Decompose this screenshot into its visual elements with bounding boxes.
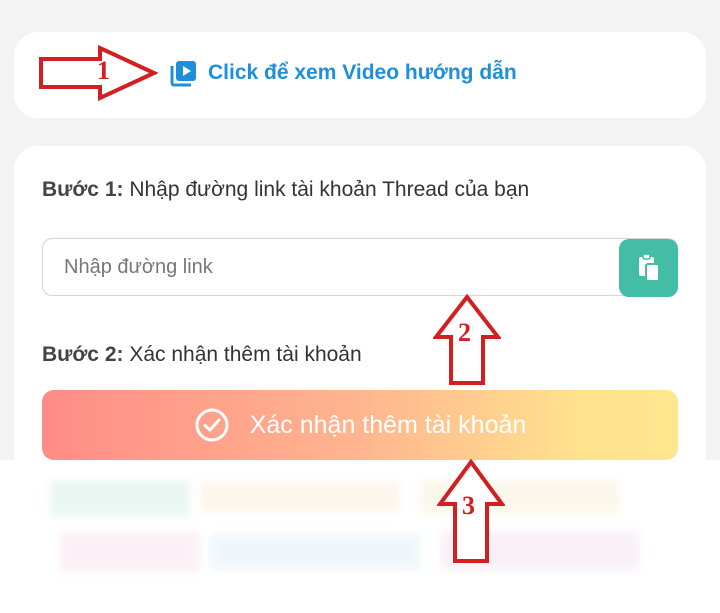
annotation-number-3: 3 [462, 491, 475, 520]
clipboard-icon [638, 253, 660, 282]
blurred-block [50, 480, 190, 516]
paste-button[interactable] [619, 239, 678, 297]
confirm-add-account-button[interactable]: Xác nhận thêm tài khoản [42, 390, 678, 460]
annotation-number-1: 1 [97, 56, 110, 85]
step-2-prefix: Bước 2: [42, 343, 124, 366]
blurred-block [60, 532, 200, 572]
thread-link-input[interactable] [43, 239, 634, 295]
video-play-icon [170, 61, 196, 87]
video-link-text: Click để xem Video hướng dẫn [208, 61, 517, 84]
confirm-button-label: Xác nhận thêm tài khoản [249, 410, 527, 439]
step-2-label: Bước 2: Xác nhận thêm tài khoản [42, 343, 362, 367]
blurred-block [200, 482, 400, 512]
video-tutorial-link[interactable]: Click để xem Video hướng dẫn [170, 58, 517, 88]
blurred-block [210, 534, 420, 570]
annotation-number-2: 2 [458, 318, 471, 347]
check-circle-icon [195, 408, 229, 442]
step-1-text: Nhập đường link tài khoản Thread của bạn [123, 178, 530, 201]
blurred-region [0, 460, 720, 613]
step-2-text: Xác nhận thêm tài khoản [123, 343, 362, 366]
link-input-wrapper [42, 238, 678, 296]
step-1-label: Bước 1: Nhập đường link tài khoản Thread… [42, 178, 529, 202]
step-1-prefix: Bước 1: [42, 178, 124, 201]
